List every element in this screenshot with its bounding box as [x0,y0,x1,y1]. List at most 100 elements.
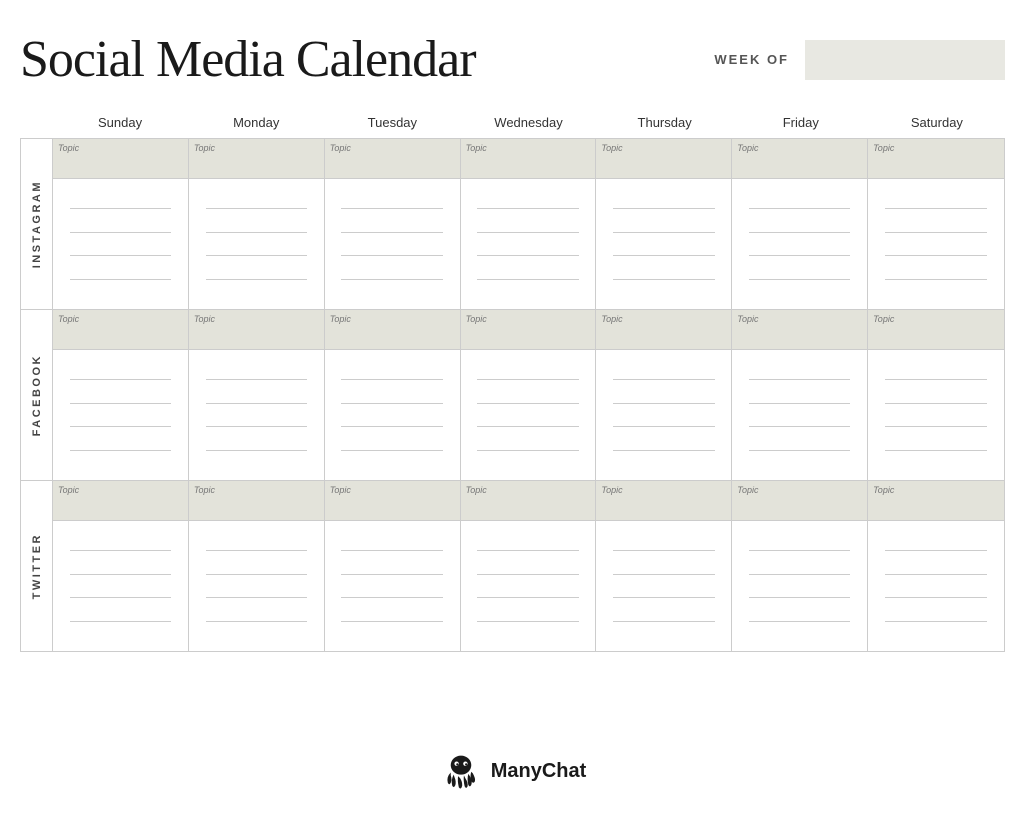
instagram-monday: Topic [189,139,325,309]
instagram-monday-lines [189,179,324,309]
twitter-wednesday-lines [461,521,596,651]
line [341,255,442,256]
line [70,403,171,404]
line [749,403,850,404]
topic-label-ig-sun: Topic [58,143,79,153]
line [885,597,987,598]
facebook-thursday-topic[interactable]: Topic [596,310,731,350]
line [341,597,442,598]
day-header-tuesday: Tuesday [324,109,460,138]
line [885,232,987,233]
facebook-thursday-lines [596,350,731,480]
facebook-sunday-lines [53,350,188,480]
facebook-saturday-lines [868,350,1004,480]
twitter-sunday-topic[interactable]: Topic [53,481,188,521]
twitter-monday-lines [189,521,324,651]
facebook-tuesday-lines [325,350,460,480]
line [206,255,307,256]
line [613,208,714,209]
line [341,621,442,622]
topic-label-tw-wed: Topic [466,485,487,495]
instagram-saturday: Topic [868,139,1004,309]
week-of-label: WEEK OF [714,52,789,67]
facebook-sunday: Topic [53,310,189,480]
instagram-saturday-lines [868,179,1004,309]
line [341,403,442,404]
day-headers: Sunday Monday Tuesday Wednesday Thursday… [20,109,1005,138]
facebook-saturday-topic[interactable]: Topic [868,310,1004,350]
line [70,255,171,256]
twitter-saturday-topic[interactable]: Topic [868,481,1004,521]
topic-label-fb-sat: Topic [873,314,894,324]
facebook-tuesday-topic[interactable]: Topic [325,310,460,350]
line [70,550,171,551]
line [341,232,442,233]
topic-label-fb-fri: Topic [737,314,758,324]
line [885,255,987,256]
line [885,279,987,280]
line [341,379,442,380]
facebook-label-cell: FACEBOOK [21,310,53,480]
topic-label-ig-fri: Topic [737,143,758,153]
line [885,574,987,575]
twitter-thursday: Topic [596,481,732,651]
calendar-wrapper: Sunday Monday Tuesday Wednesday Thursday… [20,109,1005,729]
facebook-sunday-topic[interactable]: Topic [53,310,188,350]
facebook-thursday: Topic [596,310,732,480]
twitter-thursday-topic[interactable]: Topic [596,481,731,521]
twitter-saturday: Topic [868,481,1004,651]
line [70,597,171,598]
facebook-wednesday-topic[interactable]: Topic [461,310,596,350]
line [749,450,850,451]
instagram-thursday-topic[interactable]: Topic [596,139,731,179]
twitter-monday-topic[interactable]: Topic [189,481,324,521]
line [206,279,307,280]
facebook-friday-lines [732,350,867,480]
topic-label-tw-sat: Topic [873,485,894,495]
topic-label-tw-fri: Topic [737,485,758,495]
week-of-input[interactable] [805,40,1005,80]
twitter-friday-topic[interactable]: Topic [732,481,867,521]
line [613,403,714,404]
line [749,279,850,280]
twitter-days-grid: Topic Topic [53,481,1004,651]
twitter-label: TWITTER [31,533,43,599]
twitter-friday-lines [732,521,867,651]
facebook-friday-topic[interactable]: Topic [732,310,867,350]
week-of-container: WEEK OF [714,40,1005,80]
instagram-monday-topic[interactable]: Topic [189,139,324,179]
line [477,279,578,280]
line [206,550,307,551]
instagram-friday-topic[interactable]: Topic [732,139,867,179]
instagram-tuesday-topic[interactable]: Topic [325,139,460,179]
topic-label-tw-thu: Topic [601,485,622,495]
line [477,597,578,598]
topic-label-ig-sat: Topic [873,143,894,153]
topic-label-fb-wed: Topic [466,314,487,324]
page-title: Social Media Calendar [20,30,476,89]
twitter-saturday-lines [868,521,1004,651]
line [341,450,442,451]
day-header-sunday: Sunday [52,109,188,138]
facebook-monday-topic[interactable]: Topic [189,310,324,350]
line [477,255,578,256]
line [477,208,578,209]
twitter-wednesday-topic[interactable]: Topic [461,481,596,521]
line [613,450,714,451]
topic-label-tw-sun: Topic [58,485,79,495]
instagram-wednesday-topic[interactable]: Topic [461,139,596,179]
instagram-days-grid: Topic Topic [53,139,1004,309]
twitter-sunday-lines [53,521,188,651]
instagram-sunday-lines [53,179,188,309]
twitter-tuesday-topic[interactable]: Topic [325,481,460,521]
instagram-thursday: Topic [596,139,732,309]
instagram-sunday-topic[interactable]: Topic [53,139,188,179]
instagram-thursday-lines [596,179,731,309]
manychat-logo-icon [439,749,483,793]
topic-label-ig-mon: Topic [194,143,215,153]
facebook-label: FACEBOOK [31,354,43,436]
topic-label-ig-thu: Topic [601,143,622,153]
instagram-saturday-topic[interactable]: Topic [868,139,1004,179]
calendar-body: INSTAGRAM Topic [20,138,1005,652]
instagram-friday-lines [732,179,867,309]
